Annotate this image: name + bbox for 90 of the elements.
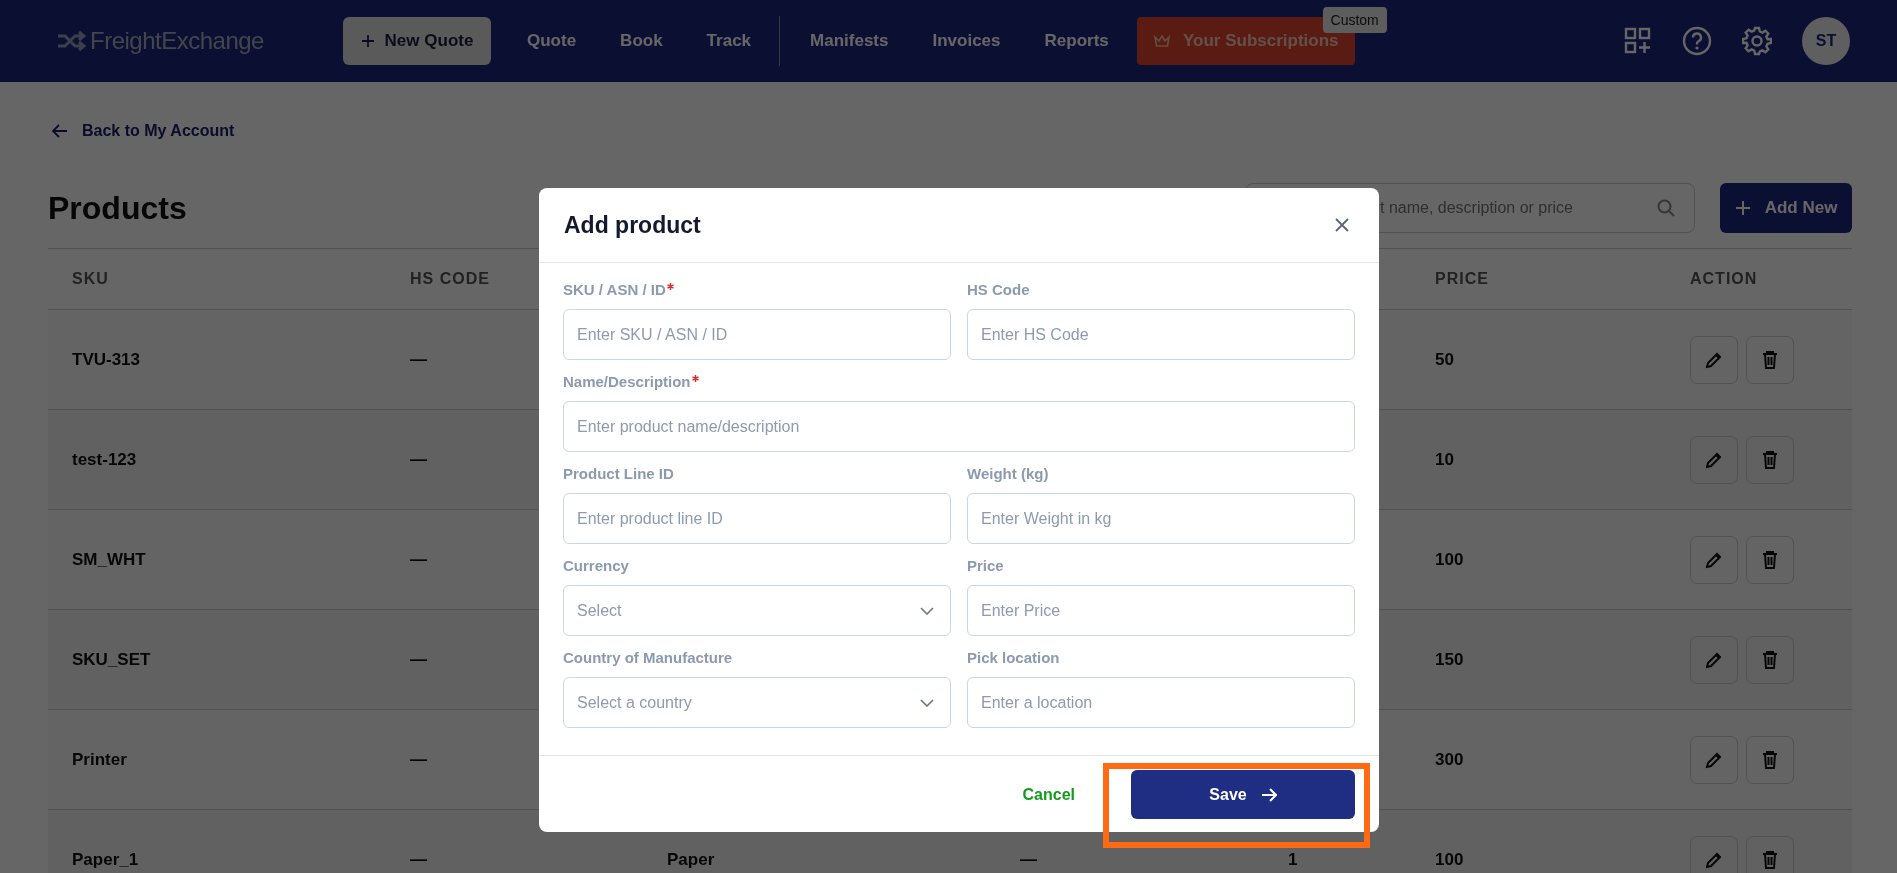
edit-button[interactable] [1690, 435, 1738, 484]
help-icon[interactable] [1682, 26, 1712, 56]
table-cell: — [410, 449, 427, 470]
page-title: Products [48, 189, 187, 227]
field-label: SKU / ASN / ID [563, 281, 666, 298]
nav-link[interactable]: Book [620, 31, 663, 51]
close-icon[interactable] [1335, 218, 1349, 232]
search-icon [1657, 199, 1675, 217]
table-cell: 100 [1435, 849, 1464, 870]
column-header: SKU [71, 270, 110, 288]
edit-button[interactable] [1690, 535, 1738, 584]
field-label: Price [967, 557, 1004, 574]
table-cell: — [410, 349, 427, 370]
nav-link[interactable]: Reports [1044, 31, 1109, 51]
table-cell: SM_WHT [72, 549, 146, 570]
new-quote-button[interactable]: New Quote [343, 17, 491, 65]
settings-icon[interactable] [1742, 26, 1772, 56]
brand-logo[interactable]: FreightExchange [90, 27, 264, 55]
input-field[interactable]: Enter SKU / ASN / ID [563, 309, 951, 360]
table-cell: Paper [667, 849, 715, 870]
table-cell: — [410, 849, 427, 870]
edit-button[interactable] [1690, 635, 1738, 684]
table-cell: — [410, 549, 427, 570]
input-field[interactable]: Enter Weight in kg [967, 493, 1355, 544]
table-cell: 1 [1288, 849, 1298, 870]
trash-icon [1761, 649, 1779, 670]
delete-button[interactable] [1746, 335, 1794, 384]
nav-link[interactable]: Quote [527, 31, 577, 51]
dialog-title: Add product [564, 211, 701, 239]
table-cell: TVU-313 [72, 349, 141, 370]
field-label: Pick location [967, 649, 1060, 666]
delete-button[interactable] [1746, 835, 1794, 873]
nav-link[interactable]: Track [706, 31, 752, 51]
crown-icon [1152, 34, 1171, 48]
nav-link[interactable]: Invoices [932, 31, 1001, 51]
column-header: PRICE [1434, 270, 1490, 288]
user-avatar[interactable]: ST [1802, 17, 1850, 65]
field-label: Currency [563, 557, 629, 574]
table-cell: SKU_SET [72, 649, 151, 670]
trash-icon [1761, 849, 1779, 870]
delete-button[interactable] [1746, 635, 1794, 684]
back-link[interactable]: Back to My Account [52, 122, 235, 140]
table-cell: 10 [1435, 449, 1454, 470]
field-label: Product Line ID [563, 465, 674, 482]
input-field[interactable]: Enter HS Code [967, 309, 1355, 360]
trash-icon [1761, 349, 1779, 370]
plan-badge: Custom [1322, 7, 1387, 33]
dropdown-field[interactable]: Select [563, 585, 951, 636]
add-new-button[interactable]: Add New [1720, 183, 1852, 233]
nav-link[interactable]: Manifests [810, 31, 889, 51]
trash-icon [1761, 749, 1779, 770]
plus-icon [360, 34, 375, 48]
input-field[interactable]: Enter product line ID [563, 493, 951, 544]
dropdown-field[interactable]: Select a country [563, 677, 951, 728]
column-header: ACTION [1689, 270, 1759, 288]
input-field[interactable]: Enter Price [967, 585, 1355, 636]
table-cell: — [410, 749, 427, 770]
table-cell: 50 [1435, 349, 1454, 370]
field-label: Weight (kg) [967, 465, 1049, 482]
trash-icon [1761, 549, 1779, 570]
edit-button[interactable] [1690, 835, 1738, 873]
arrow-left-icon [52, 124, 68, 138]
chevron-down-icon [920, 698, 934, 707]
chevron-down-icon [920, 606, 934, 615]
table-cell: test-123 [72, 449, 137, 470]
table-cell: 300 [1435, 749, 1464, 770]
table-cell: — [1020, 849, 1037, 870]
field-label: HS Code [967, 281, 1030, 298]
input-field[interactable]: Enter a location [967, 677, 1355, 728]
table-cell: 150 [1435, 649, 1464, 670]
field-label: Country of Manufacture [563, 649, 733, 666]
plus-icon [1734, 200, 1751, 216]
column-header: HS CODE [409, 270, 491, 288]
delete-button[interactable] [1746, 535, 1794, 584]
arrow-right-icon [1260, 787, 1277, 802]
edit-button[interactable] [1690, 735, 1738, 784]
delete-button[interactable] [1746, 735, 1794, 784]
input-field[interactable]: Enter product name/description [563, 401, 1355, 452]
save-button[interactable]: Save [1131, 770, 1355, 819]
cancel-button[interactable]: Cancel [1014, 779, 1083, 810]
trash-icon [1761, 449, 1779, 470]
table-cell: — [410, 649, 427, 670]
delete-button[interactable] [1746, 435, 1794, 484]
apps-add-icon[interactable] [1624, 27, 1652, 55]
edit-button[interactable] [1690, 335, 1738, 384]
table-cell: 100 [1435, 549, 1464, 570]
table-cell: Paper_1 [72, 849, 139, 870]
crossed-arrows-icon [56, 31, 86, 51]
field-label: Name/Description [563, 373, 691, 390]
table-cell: Printer [72, 749, 127, 770]
